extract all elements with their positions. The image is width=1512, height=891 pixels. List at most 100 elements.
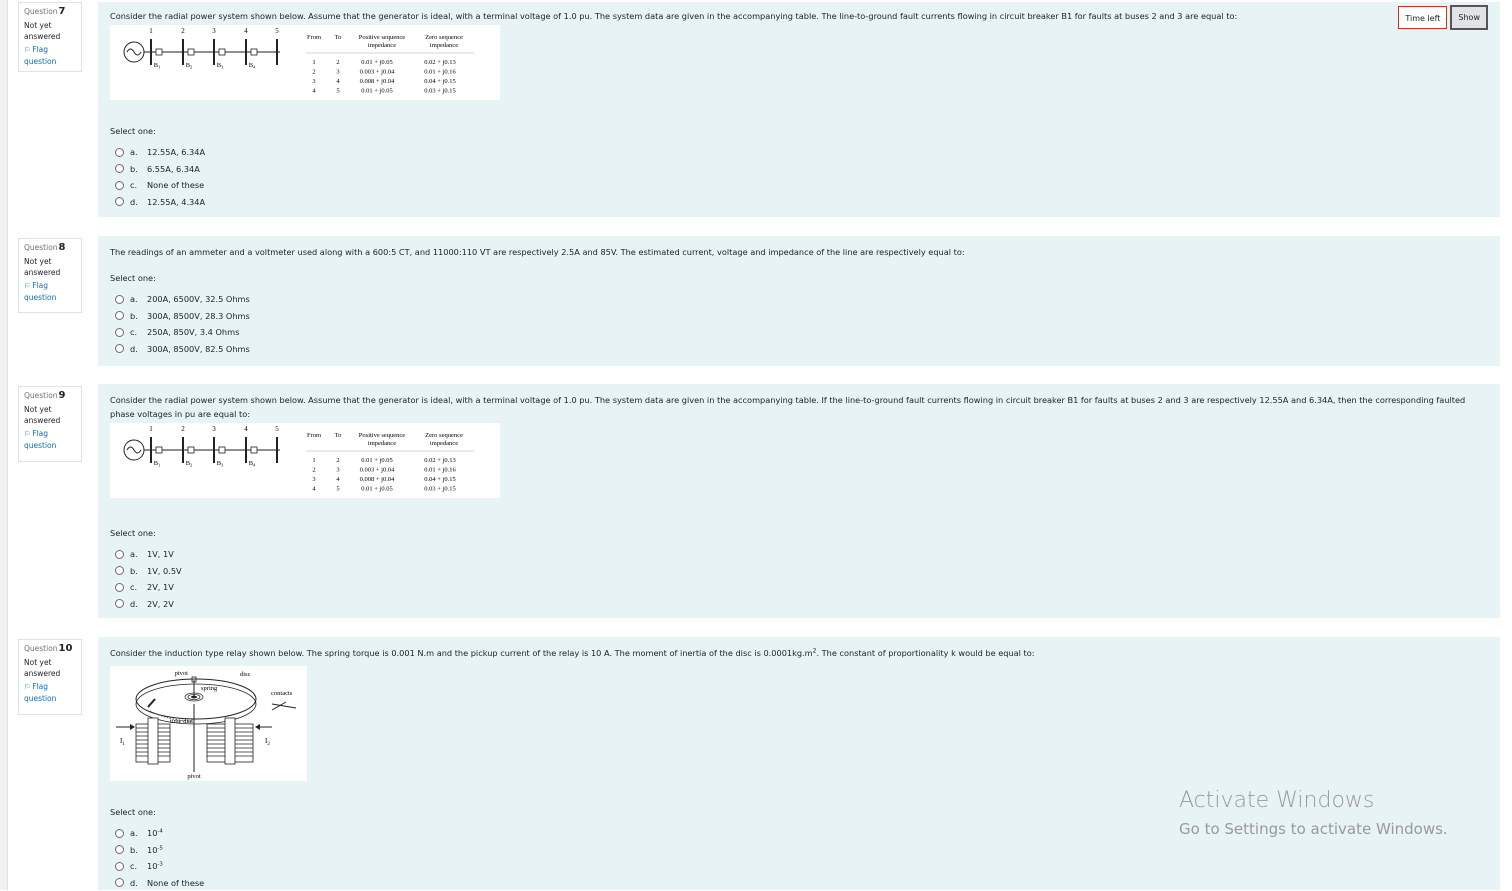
answer-option-d[interactable]: d.None of these — [110, 875, 1488, 891]
circuit-breaker-symbol — [251, 447, 257, 453]
select-one-label: Select one: — [110, 526, 1488, 540]
answer-text: 10-4 — [147, 826, 163, 840]
question-text: Consider the induction type relay shown … — [110, 646, 1488, 660]
breaker-label: B4 — [249, 62, 256, 70]
radio-button[interactable] — [115, 164, 124, 173]
table-cell: 4 — [312, 486, 316, 493]
table-cell: 0.04 + j0.15 — [424, 476, 455, 483]
radio-button[interactable] — [115, 566, 124, 575]
question-text: Consider the radial power system shown b… — [110, 9, 1488, 23]
answer-text: 1V, 0.5V — [147, 564, 182, 578]
answer-option-d[interactable]: d.2V, 2V — [110, 596, 1488, 613]
table-cell: 0.04 + j0.15 — [424, 78, 455, 85]
select-one-label: Select one: — [110, 805, 1488, 819]
circuit-breaker-symbol — [219, 49, 225, 55]
bus-number-label: 4 — [244, 27, 248, 35]
radio-button[interactable] — [115, 197, 124, 206]
select-one-label: Select one: — [110, 271, 1488, 285]
flag-question-link[interactable]: ⚐Flag question — [24, 44, 72, 67]
radio-button[interactable] — [115, 181, 124, 190]
answer-list: a.10-4 b.10-5 c.10-3 d.None of these — [110, 825, 1488, 891]
answer-text: 10-3 — [147, 859, 163, 873]
question-info-8: Question8 Not yet answered ⚐Flag questio… — [18, 238, 82, 313]
table-header-cell: impedance — [430, 440, 458, 447]
radio-button[interactable] — [115, 295, 124, 304]
flag-icon: ⚐ — [24, 46, 30, 54]
table-cell: 0.008 + j0.04 — [360, 78, 395, 85]
table-header-cell: From — [307, 34, 321, 41]
flag-question-link[interactable]: ⚐Flag question — [24, 428, 72, 451]
circuit-breaker-symbol — [219, 447, 225, 453]
bus-number-label: 4 — [244, 425, 248, 433]
question-info-10: Question10 Not yet answered ⚐Flag questi… — [18, 639, 82, 715]
answer-text: 200A, 6500V, 32.5 Ohms — [147, 292, 250, 306]
flag-question-link[interactable]: ⚐Flag question — [24, 280, 72, 303]
answer-option-c[interactable]: c.250A, 850V, 3.4 Ohms — [110, 324, 1488, 341]
table-header-cell: Zero sequence — [425, 432, 463, 439]
table-cell: 0.01 + j0.05 — [361, 457, 392, 464]
answer-list: a.12.55A, 6.34A b.6.55A, 6.34A c.None of… — [110, 144, 1488, 210]
answer-text: 300A, 8500V, 28.3 Ohms — [147, 309, 250, 323]
answer-option-c[interactable]: c.2V, 1V — [110, 579, 1488, 596]
radio-button[interactable] — [115, 845, 124, 854]
table-cell: 3 — [336, 69, 339, 76]
answer-option-c[interactable]: c.10-3 — [110, 858, 1488, 875]
flag-question-link[interactable]: ⚐Flag question — [24, 681, 72, 704]
radio-button[interactable] — [115, 583, 124, 592]
quiz-timer: Time left Show — [1398, 6, 1488, 30]
question-content-9: Consider the radial power system shown b… — [98, 384, 1500, 618]
relay-label-pivot-top: pivot — [175, 670, 189, 677]
question-number-label: Question7 — [24, 6, 81, 17]
answer-text: 2V, 2V — [147, 597, 174, 611]
induction-relay-figure: pivot disc spring contacts time dial I1 … — [110, 666, 307, 781]
relay-label-pivot-bottom: pivot — [187, 773, 201, 780]
radio-button[interactable] — [115, 344, 124, 353]
radio-button[interactable] — [115, 829, 124, 838]
radio-button[interactable] — [115, 878, 124, 887]
radio-button[interactable] — [115, 599, 124, 608]
bus-number-label: 1 — [149, 27, 153, 35]
table-header-cell: impedance — [368, 42, 396, 49]
answer-text: None of these — [147, 178, 204, 192]
table-cell: 3 — [312, 78, 315, 85]
answer-option-b[interactable]: b.1V, 0.5V — [110, 563, 1488, 580]
table-header-cell: impedance — [430, 42, 458, 49]
answer-option-b[interactable]: b.10-5 — [110, 842, 1488, 859]
question-content-10: Consider the induction type relay shown … — [98, 637, 1500, 890]
question-content-7: Consider the radial power system shown b… — [98, 2, 1500, 217]
answer-option-d[interactable]: d.300A, 8500V, 82.5 Ohms — [110, 341, 1488, 358]
table-header-cell: Positive sequence — [359, 432, 406, 439]
relay-label-i2: I2 — [265, 737, 270, 747]
answer-option-a[interactable]: a.200A, 6500V, 32.5 Ohms — [110, 291, 1488, 308]
show-timer-button[interactable]: Show — [1450, 5, 1488, 30]
radio-button[interactable] — [115, 862, 124, 871]
breaker-label: B3 — [217, 62, 224, 70]
power-system-figure: 12345B1B2B3B4FromToPositive sequenceimpe… — [110, 25, 500, 100]
answer-option-a[interactable]: a.10-4 — [110, 825, 1488, 842]
answer-option-b[interactable]: b.6.55A, 6.34A — [110, 161, 1488, 178]
bus-number-label: 2 — [181, 27, 185, 35]
question-state: Not yet answered — [24, 20, 68, 42]
table-cell: 0.008 + j0.04 — [360, 476, 395, 483]
answer-option-d[interactable]: d.12.55A, 4.34A — [110, 194, 1488, 211]
table-header-cell: From — [307, 432, 321, 439]
answer-list: a.200A, 6500V, 32.5 Ohms b.300A, 8500V, … — [110, 291, 1488, 357]
answer-option-a[interactable]: a.1V, 1V — [110, 546, 1488, 563]
question-text: Consider the radial power system shown b… — [110, 393, 1488, 421]
table-cell: 3 — [336, 467, 339, 474]
circuit-breaker-symbol — [156, 447, 162, 453]
answer-option-a[interactable]: a.12.55A, 6.34A — [110, 144, 1488, 161]
radio-button[interactable] — [115, 550, 124, 559]
table-cell: 0.02 + j0.13 — [424, 457, 455, 464]
table-cell: 3 — [312, 476, 315, 483]
answer-option-b[interactable]: b.300A, 8500V, 28.3 Ohms — [110, 308, 1488, 325]
radio-button[interactable] — [115, 328, 124, 337]
table-header-cell: Positive sequence — [359, 34, 406, 41]
question-content-8: The readings of an ammeter and a voltmet… — [98, 236, 1500, 366]
answer-option-c[interactable]: c.None of these — [110, 177, 1488, 194]
induction-relay-diagram: pivot disc spring contacts time dial I1 … — [110, 666, 307, 781]
radio-button[interactable] — [115, 148, 124, 157]
table-cell: 2 — [336, 59, 339, 66]
radio-button[interactable] — [115, 311, 124, 320]
table-cell: 4 — [336, 476, 340, 483]
